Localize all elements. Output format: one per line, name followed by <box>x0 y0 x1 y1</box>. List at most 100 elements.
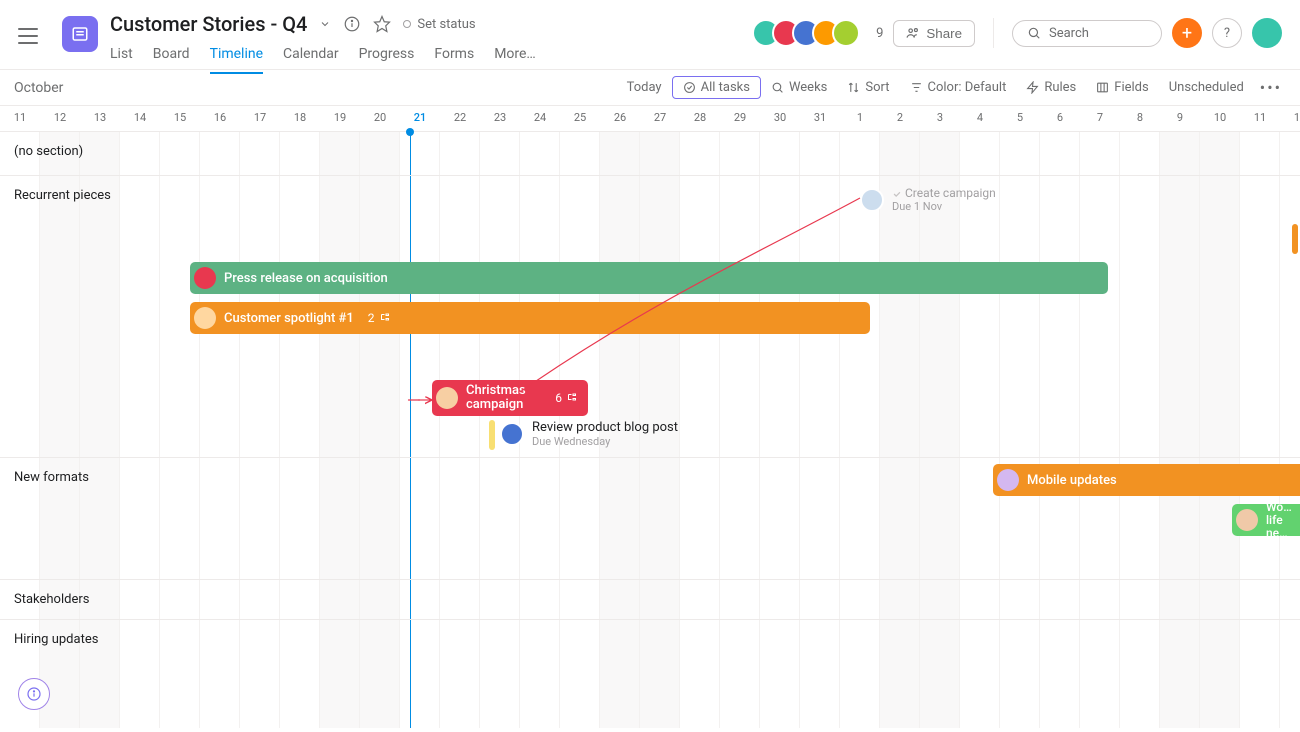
sort-icon <box>847 81 860 94</box>
section-stakeholders: Stakeholders <box>14 592 89 607</box>
check-icon <box>892 189 902 199</box>
tab-progress[interactable]: Progress <box>359 40 415 74</box>
date-header: 10 <box>1200 106 1240 131</box>
section-new-formats: New formats <box>14 470 89 485</box>
star-icon[interactable] <box>373 15 391 33</box>
date-header: 16 <box>200 106 240 131</box>
date-header: 31 <box>800 106 840 131</box>
assignee-avatar <box>436 387 458 409</box>
zoom-icon <box>771 81 784 94</box>
assignee-avatar <box>500 422 524 446</box>
page-title: Customer Stories - Q4 <box>110 12 307 36</box>
fields-button[interactable]: Fields <box>1086 76 1158 99</box>
date-header: 21 <box>400 106 440 131</box>
help-info-button[interactable] <box>18 678 50 710</box>
task-newsletter[interactable]: Work-life newsletter <box>1232 504 1300 536</box>
month-label: October <box>12 80 63 96</box>
search-input[interactable]: Search <box>1012 20 1162 47</box>
date-header: 17 <box>240 106 280 131</box>
date-header: 29 <box>720 106 760 131</box>
people-icon <box>906 26 920 40</box>
task-label: Mobile updates <box>1027 473 1117 488</box>
task-marker[interactable] <box>489 420 495 450</box>
sort-button[interactable]: Sort <box>837 76 899 99</box>
date-header: 12 <box>40 106 80 131</box>
task-label: Customer spotlight #1 <box>224 311 354 326</box>
offscreen-task-indicator[interactable] <box>1292 224 1298 254</box>
date-header: 3 <box>920 106 960 131</box>
date-header: 19 <box>320 106 360 131</box>
share-button[interactable]: Share <box>893 20 975 47</box>
set-status-button[interactable]: Set status <box>403 17 475 32</box>
check-circle-icon <box>683 81 696 94</box>
date-header: 13 <box>80 106 120 131</box>
date-header: 22 <box>440 106 480 131</box>
tab-calendar[interactable]: Calendar <box>283 40 339 74</box>
task-christmas-campaign[interactable]: Christmas campaign 6 <box>432 380 588 416</box>
assignee-avatar <box>997 469 1019 491</box>
task-customer-spotlight[interactable]: Customer spotlight #1 2 <box>190 302 870 334</box>
date-header: 27 <box>640 106 680 131</box>
columns-icon <box>1096 81 1109 94</box>
date-header: 5 <box>1000 106 1040 131</box>
task-press-release[interactable]: Press release on acquisition <box>190 262 1108 294</box>
filter-icon <box>910 81 923 94</box>
more-actions[interactable]: ••• <box>1254 78 1288 97</box>
task-label: Work-life newsletter <box>1266 501 1292 540</box>
date-header: 8 <box>1120 106 1160 131</box>
today-button[interactable]: Today <box>617 76 672 99</box>
task-due: Due 1 Nov <box>892 200 996 213</box>
date-header: 14 <box>120 106 160 131</box>
date-header: 20 <box>360 106 400 131</box>
info-icon <box>26 686 42 702</box>
date-header: 30 <box>760 106 800 131</box>
tab-more[interactable]: More… <box>494 40 536 74</box>
date-header: 26 <box>600 106 640 131</box>
search-placeholder: Search <box>1049 26 1089 41</box>
date-header: 2 <box>880 106 920 131</box>
date-header: 25 <box>560 106 600 131</box>
share-label: Share <box>926 26 962 41</box>
task-label: Press release on acquisition <box>224 271 388 286</box>
menu-toggle[interactable] <box>14 20 46 52</box>
set-status-label: Set status <box>417 17 475 32</box>
zoom-weeks[interactable]: Weeks <box>761 76 837 99</box>
task-mobile-updates[interactable]: Mobile updates <box>993 464 1300 496</box>
member-avatars[interactable] <box>752 19 860 47</box>
date-header: 11 <box>0 106 40 131</box>
date-header: 12 <box>1280 106 1300 131</box>
tab-list[interactable]: List <box>110 40 133 74</box>
subtask-icon <box>379 312 391 324</box>
info-icon[interactable] <box>343 15 361 33</box>
task-label: Create campaign <box>892 186 996 200</box>
member-count: 9 <box>876 26 883 41</box>
chevron-down-icon[interactable] <box>319 18 331 30</box>
lightning-icon <box>1026 81 1039 94</box>
task-review-blog[interactable]: Review product blog post Due Wednesday <box>500 420 678 448</box>
help-button[interactable]: ? <box>1212 18 1242 48</box>
date-header: 15 <box>160 106 200 131</box>
assignee-avatar <box>194 307 216 329</box>
tab-timeline[interactable]: Timeline <box>210 40 263 74</box>
date-header: 23 <box>480 106 520 131</box>
date-header: 18 <box>280 106 320 131</box>
add-button[interactable]: + <box>1172 18 1202 48</box>
all-tasks-filter[interactable]: All tasks <box>672 76 761 99</box>
rules-button[interactable]: Rules <box>1016 76 1086 99</box>
date-header: 28 <box>680 106 720 131</box>
tab-forms[interactable]: Forms <box>434 40 474 74</box>
task-due: Due Wednesday <box>532 435 678 448</box>
task-create-campaign[interactable]: Create campaign Due 1 Nov <box>860 186 996 213</box>
date-header: 9 <box>1160 106 1200 131</box>
date-header: 1 <box>840 106 880 131</box>
divider <box>993 18 994 48</box>
user-avatar[interactable] <box>1252 18 1282 48</box>
color-button[interactable]: Color: Default <box>900 76 1017 99</box>
unscheduled-button[interactable]: Unscheduled <box>1159 76 1254 99</box>
project-icon <box>62 16 98 52</box>
assignee-avatar <box>1236 509 1258 531</box>
tab-board[interactable]: Board <box>153 40 190 74</box>
date-header: 4 <box>960 106 1000 131</box>
section-recurrent: Recurrent pieces <box>14 188 111 203</box>
date-header: 24 <box>520 106 560 131</box>
